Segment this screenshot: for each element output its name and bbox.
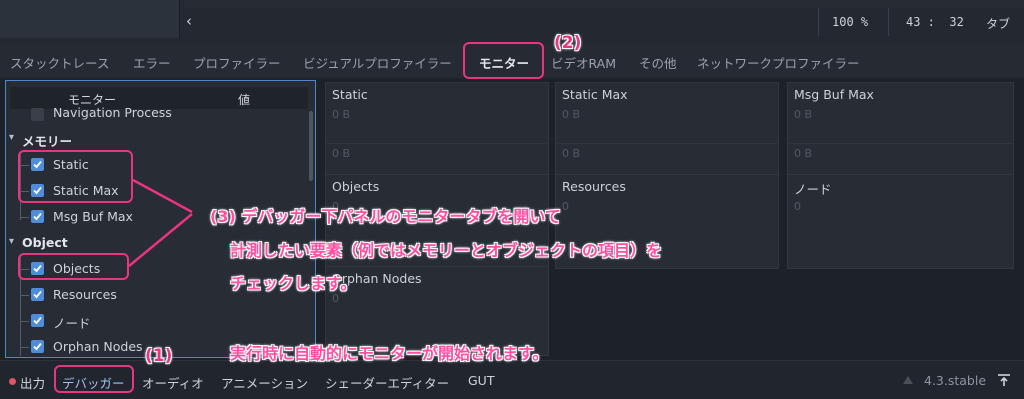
step-3-line-3: チェックします。 (230, 274, 357, 293)
auto-start-note: 実行時に自動的にモニターが開始されます。 (230, 344, 549, 363)
connector-line (132, 178, 193, 214)
step-3-line-2: 計測したい要素（例ではメモリーとオブジェクトの項目）を (230, 241, 663, 260)
step-1-label: (1) (145, 346, 173, 366)
step-2-label: (2) (554, 33, 582, 53)
step-3-line-1: (3) デバッガー下パネルのモニタータブを開いて (210, 207, 561, 226)
connector-line (128, 213, 193, 267)
